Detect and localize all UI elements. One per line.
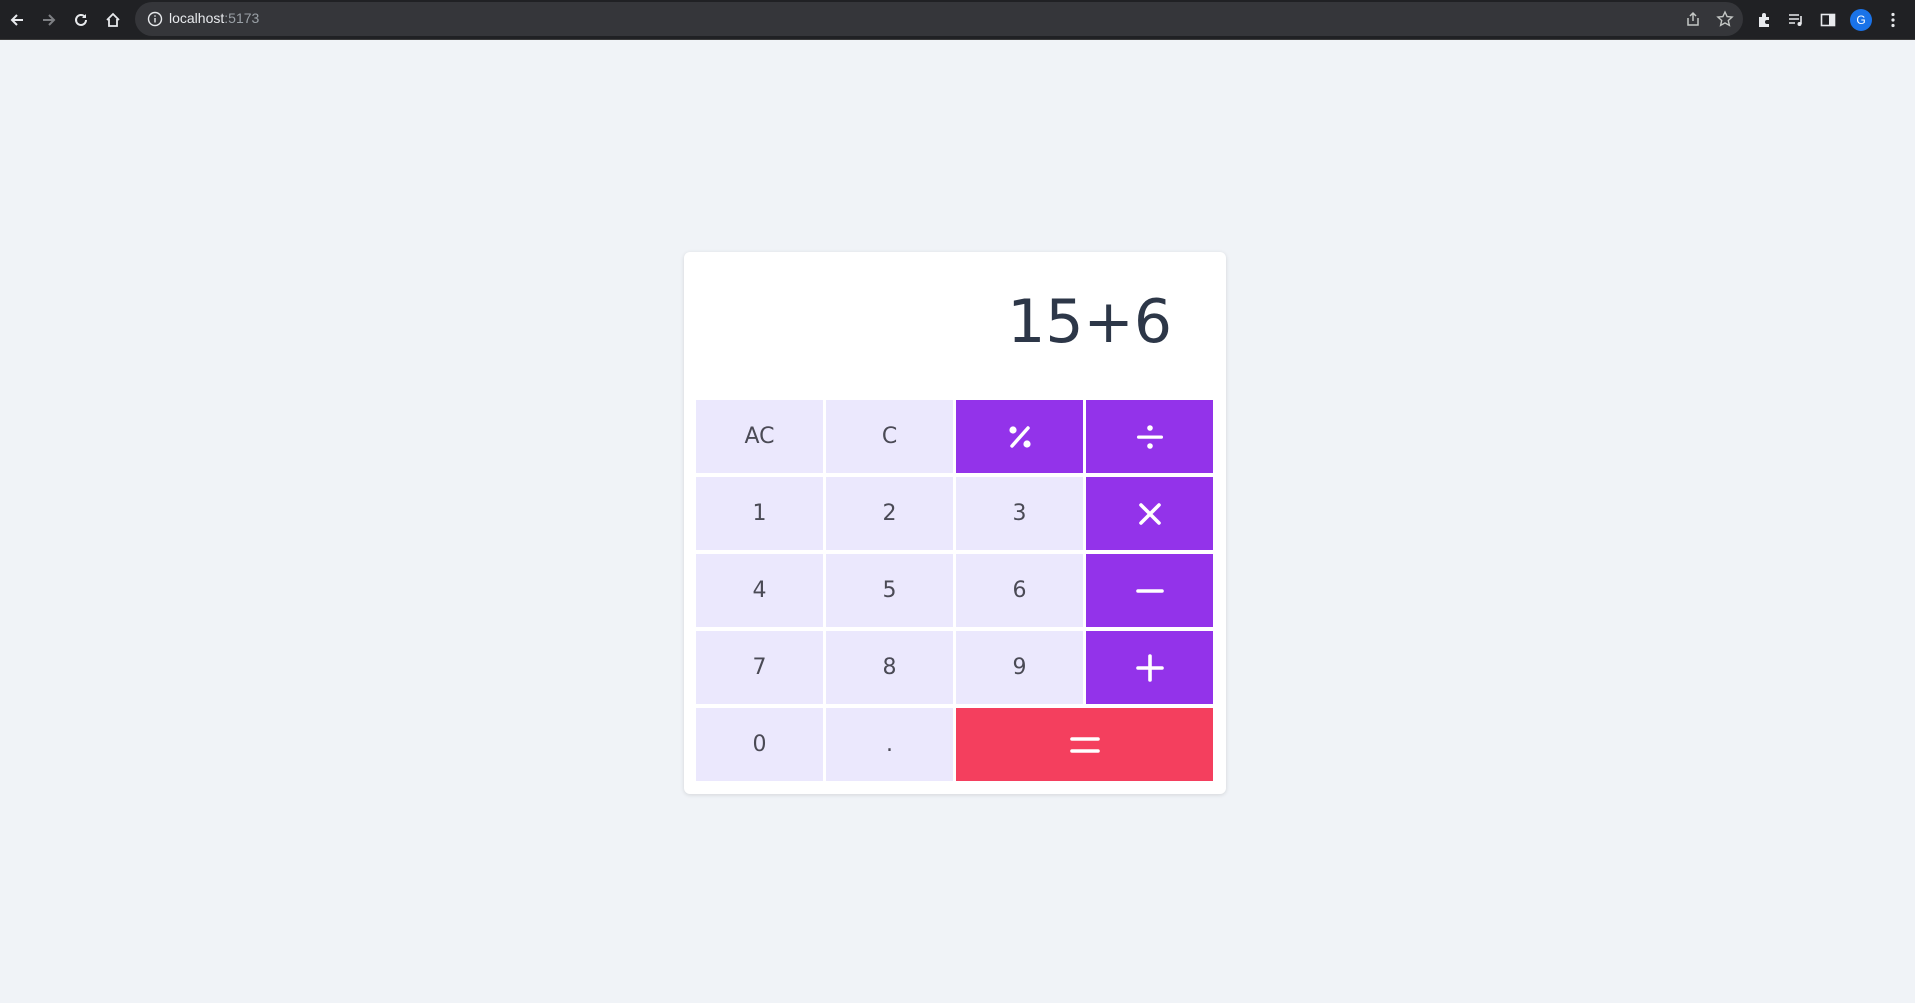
extensions-icon[interactable] (1750, 6, 1778, 34)
divide-button[interactable] (1086, 400, 1213, 473)
browser-toolbar: localhost:5173 G (0, 0, 1915, 40)
clear-button[interactable]: C (826, 400, 953, 473)
equals-icon (1069, 736, 1100, 753)
minus-icon (1135, 588, 1164, 593)
keypad: AC C 1 2 3 4 5 6 7 8 9 0 . (696, 400, 1214, 782)
percent-icon (1008, 425, 1031, 448)
calculator-card: 15+6 AC C 1 2 3 4 5 6 7 8 9 0 . (684, 252, 1226, 794)
digit-9-button[interactable]: 9 (956, 631, 1083, 704)
home-icon[interactable] (99, 6, 127, 34)
digit-0-button[interactable]: 0 (696, 708, 823, 781)
multiply-icon (1138, 502, 1161, 525)
all-clear-button[interactable]: AC (696, 400, 823, 473)
equals-button[interactable] (956, 708, 1213, 781)
side-panel-icon[interactable] (1814, 6, 1842, 34)
minus-button[interactable] (1086, 554, 1213, 627)
profile-avatar[interactable]: G (1850, 9, 1872, 31)
address-bar[interactable]: localhost:5173 (135, 2, 1743, 36)
back-icon[interactable] (3, 6, 31, 34)
divide-icon (1136, 424, 1163, 449)
digit-7-button[interactable]: 7 (696, 631, 823, 704)
reload-icon[interactable] (67, 6, 95, 34)
share-icon[interactable] (1684, 10, 1702, 28)
url-text: localhost:5173 (169, 10, 260, 26)
percent-button[interactable] (956, 400, 1083, 473)
plus-icon (1135, 653, 1164, 682)
digit-3-button[interactable]: 3 (956, 477, 1083, 550)
digit-1-button[interactable]: 1 (696, 477, 823, 550)
bookmark-star-icon[interactable] (1716, 10, 1734, 28)
forward-icon[interactable] (35, 6, 63, 34)
decimal-point-button[interactable]: . (826, 708, 953, 781)
digit-5-button[interactable]: 5 (826, 554, 953, 627)
digit-6-button[interactable]: 6 (956, 554, 1083, 627)
digit-2-button[interactable]: 2 (826, 477, 953, 550)
digit-8-button[interactable]: 8 (826, 631, 953, 704)
multiply-button[interactable] (1086, 477, 1213, 550)
calculator-display: 15+6 (1007, 287, 1172, 357)
site-info-icon[interactable] (147, 11, 163, 27)
menu-kebab-icon[interactable] (1879, 6, 1907, 34)
plus-button[interactable] (1086, 631, 1213, 704)
digit-4-button[interactable]: 4 (696, 554, 823, 627)
media-controls-icon[interactable] (1782, 6, 1810, 34)
